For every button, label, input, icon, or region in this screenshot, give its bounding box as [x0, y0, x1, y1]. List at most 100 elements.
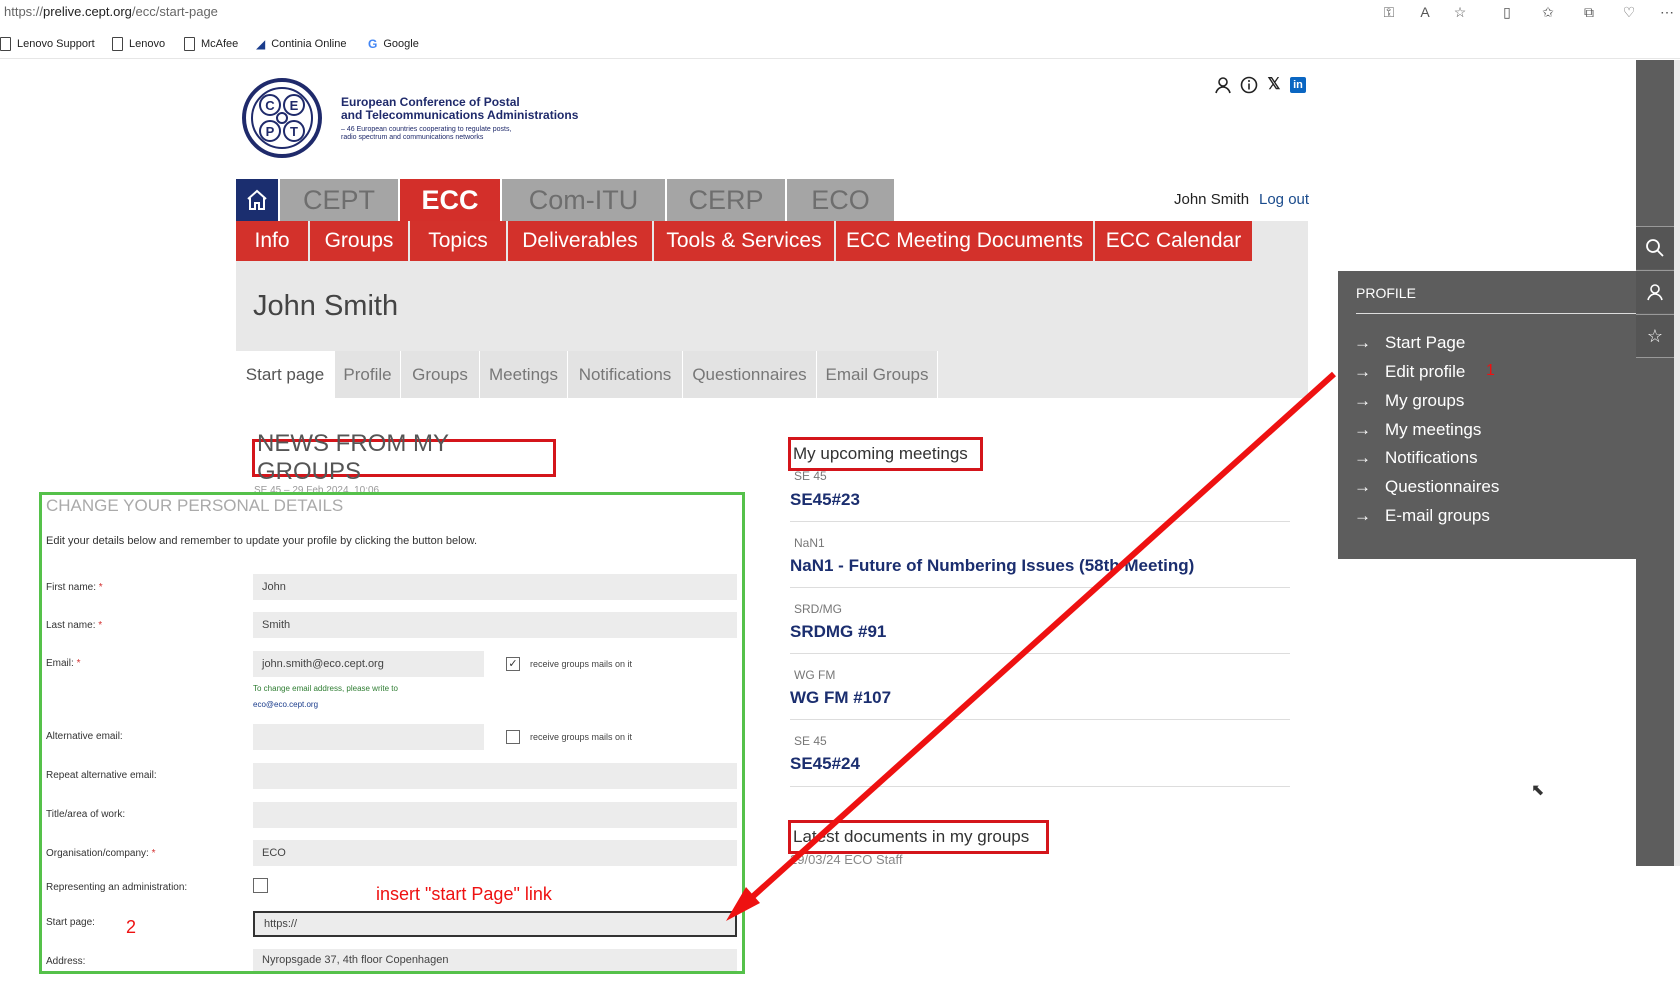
meeting-link[interactable]: SE45#24: [790, 754, 860, 774]
change-details-intro: Edit your details below and remember to …: [46, 535, 478, 547]
meeting-group: SRD/MG: [794, 602, 842, 616]
meeting-divider: [790, 719, 1290, 720]
subnav-info[interactable]: Info: [236, 221, 308, 261]
title-area-label: Title/area of work:: [46, 809, 126, 820]
eco-email-link[interactable]: eco@eco.cept.org: [253, 700, 318, 709]
org-subtitle: – 46 European countries cooperating to r…: [341, 126, 512, 141]
search-icon[interactable]: [1636, 226, 1674, 269]
page-icon: [112, 37, 123, 51]
profile-menu-questionnaires[interactable]: → Questionnaires: [1354, 477, 1499, 497]
start-page-field[interactable]: https://: [253, 911, 737, 937]
profile-menu-email-groups[interactable]: → E-mail groups: [1354, 506, 1490, 526]
logo-letter: T: [290, 124, 298, 139]
subnav-topics[interactable]: Topics: [410, 221, 506, 261]
logo-letter: E: [290, 98, 299, 113]
subnav-ecc-calendar[interactable]: ECC Calendar: [1095, 221, 1252, 261]
profile-menu-edit-profile[interactable]: → Edit profile: [1354, 362, 1465, 382]
bookmark-lenovo[interactable]: Lenovo: [112, 37, 165, 51]
extensions-icon[interactable]: ♡: [1620, 4, 1638, 20]
title-area-field[interactable]: [253, 802, 737, 828]
meeting-group: NaN1: [794, 536, 825, 550]
subnav-tools-services[interactable]: Tools & Services: [654, 221, 834, 261]
news-heading: NEWS FROM MY GROUPS: [252, 430, 556, 485]
profile-menu-my-meetings[interactable]: → My meetings: [1354, 420, 1481, 440]
profile-menu-start-page[interactable]: → Start Page: [1354, 333, 1465, 353]
profile-user-icon[interactable]: [1636, 270, 1674, 313]
organisation-label: Organisation/company: *: [46, 848, 156, 859]
meeting-divider: [790, 587, 1290, 588]
page-icon: [0, 37, 11, 51]
meeting-link[interactable]: SRDMG #91: [790, 622, 886, 642]
profile-menu-my-groups[interactable]: → My groups: [1354, 391, 1464, 411]
meeting-group: SE 45: [794, 734, 827, 748]
last-name-field[interactable]: Smith: [253, 612, 737, 638]
alt-email-receive-mails-checkbox[interactable]: [506, 730, 520, 744]
nav-tab-cerp[interactable]: CERP: [667, 179, 785, 221]
last-name-label: Last name: *: [46, 620, 103, 631]
organisation-field[interactable]: ECO: [253, 840, 737, 866]
tab-notifications[interactable]: Notifications: [568, 351, 683, 398]
bookmark-continia[interactable]: ◢ Continia Online: [256, 37, 346, 51]
logged-in-user: John Smith: [1174, 191, 1250, 208]
browser-address-bar[interactable]: https://prelive.cept.org/ecc/start-page …: [0, 0, 1680, 24]
profile-menu-notifications[interactable]: → Notifications: [1354, 448, 1478, 468]
nav-tab-eco[interactable]: ECO: [787, 179, 894, 221]
info-icon[interactable]: [1240, 76, 1258, 94]
address-field[interactable]: Nyropsgade 37, 4th floor Copenhagen: [253, 949, 737, 971]
tab-groups[interactable]: Groups: [401, 351, 480, 398]
meeting-link[interactable]: WG FM #107: [790, 688, 891, 708]
tab-profile[interactable]: Profile: [335, 351, 401, 398]
email-label: Email: *: [46, 658, 81, 669]
favorites-icon[interactable]: ✩: [1539, 4, 1557, 20]
tab-meetings[interactable]: Meetings: [480, 351, 568, 398]
url-text[interactable]: https://prelive.cept.org/ecc/start-page: [4, 4, 218, 19]
read-aloud-icon[interactable]: A: [1416, 4, 1434, 20]
arrow-right-icon: →: [1354, 477, 1371, 496]
bookmark-google[interactable]: G Google: [368, 37, 419, 51]
email-field[interactable]: john.smith@eco.cept.org: [253, 651, 484, 677]
split-screen-icon[interactable]: ▯: [1498, 4, 1516, 20]
continia-icon: ◢: [256, 37, 266, 51]
meeting-link[interactable]: SE45#23: [790, 490, 860, 510]
latest-documents-heading: Latest documents in my groups: [788, 820, 1049, 854]
alt-email-field[interactable]: [253, 724, 484, 750]
tab-email-groups[interactable]: Email Groups: [817, 351, 938, 398]
user-icon[interactable]: [1214, 76, 1232, 94]
logo-letter: P: [266, 124, 275, 139]
x-twitter-icon[interactable]: 𝕏: [1265, 76, 1283, 94]
nav-tab-ecc[interactable]: ECC: [400, 179, 500, 221]
profile-panel-title: PROFILE: [1356, 285, 1416, 301]
page-scrollbar[interactable]: [1674, 60, 1680, 866]
mouse-cursor-icon: ⬉: [1531, 782, 1545, 799]
nav-tab-com-itu[interactable]: Com-ITU: [502, 179, 665, 221]
first-name-field[interactable]: John: [253, 574, 737, 600]
collections-icon[interactable]: ⧉: [1580, 4, 1598, 20]
bookmark-lenovo-support[interactable]: Lenovo Support: [0, 37, 95, 51]
representing-admin-checkbox[interactable]: [253, 878, 268, 893]
subnav-deliverables[interactable]: Deliverables: [508, 221, 652, 261]
latest-documents-meta: 29/03/24 ECO Staff: [790, 852, 903, 867]
email-receive-mails-checkbox[interactable]: ✓: [506, 657, 520, 671]
repeat-alt-email-field[interactable]: [253, 763, 737, 789]
meeting-divider: [790, 786, 1290, 787]
meeting-link[interactable]: NaN1 - Future of Numbering Issues (58th …: [790, 556, 1194, 576]
favorite-star-rail-icon[interactable]: ☆: [1636, 314, 1674, 358]
linkedin-icon[interactable]: in: [1290, 77, 1306, 93]
google-icon: G: [368, 37, 378, 51]
subnav-groups[interactable]: Groups: [310, 221, 408, 261]
nav-tab-cept[interactable]: CEPT: [280, 179, 398, 221]
cept-logo[interactable]: C E P T: [239, 75, 325, 161]
tab-start-page[interactable]: Start page: [236, 351, 335, 398]
key-icon[interactable]: ⚿: [1380, 4, 1398, 20]
annotation-insert-note: insert "start Page" link: [376, 884, 552, 904]
favorite-star-icon[interactable]: ☆: [1451, 4, 1469, 20]
subnav-ecc-meeting-documents[interactable]: ECC Meeting Documents: [836, 221, 1093, 261]
logout-link[interactable]: Log out: [1259, 191, 1309, 208]
home-tab[interactable]: [236, 179, 278, 221]
annotation-number-2: 2: [126, 917, 137, 937]
more-icon[interactable]: ⋯: [1658, 4, 1676, 20]
bookmark-mcafee[interactable]: McAfee: [184, 37, 238, 51]
first-name-label: First name: *: [46, 582, 103, 593]
arrow-right-icon: →: [1354, 420, 1371, 439]
tab-questionnaires[interactable]: Questionnaires: [683, 351, 817, 398]
